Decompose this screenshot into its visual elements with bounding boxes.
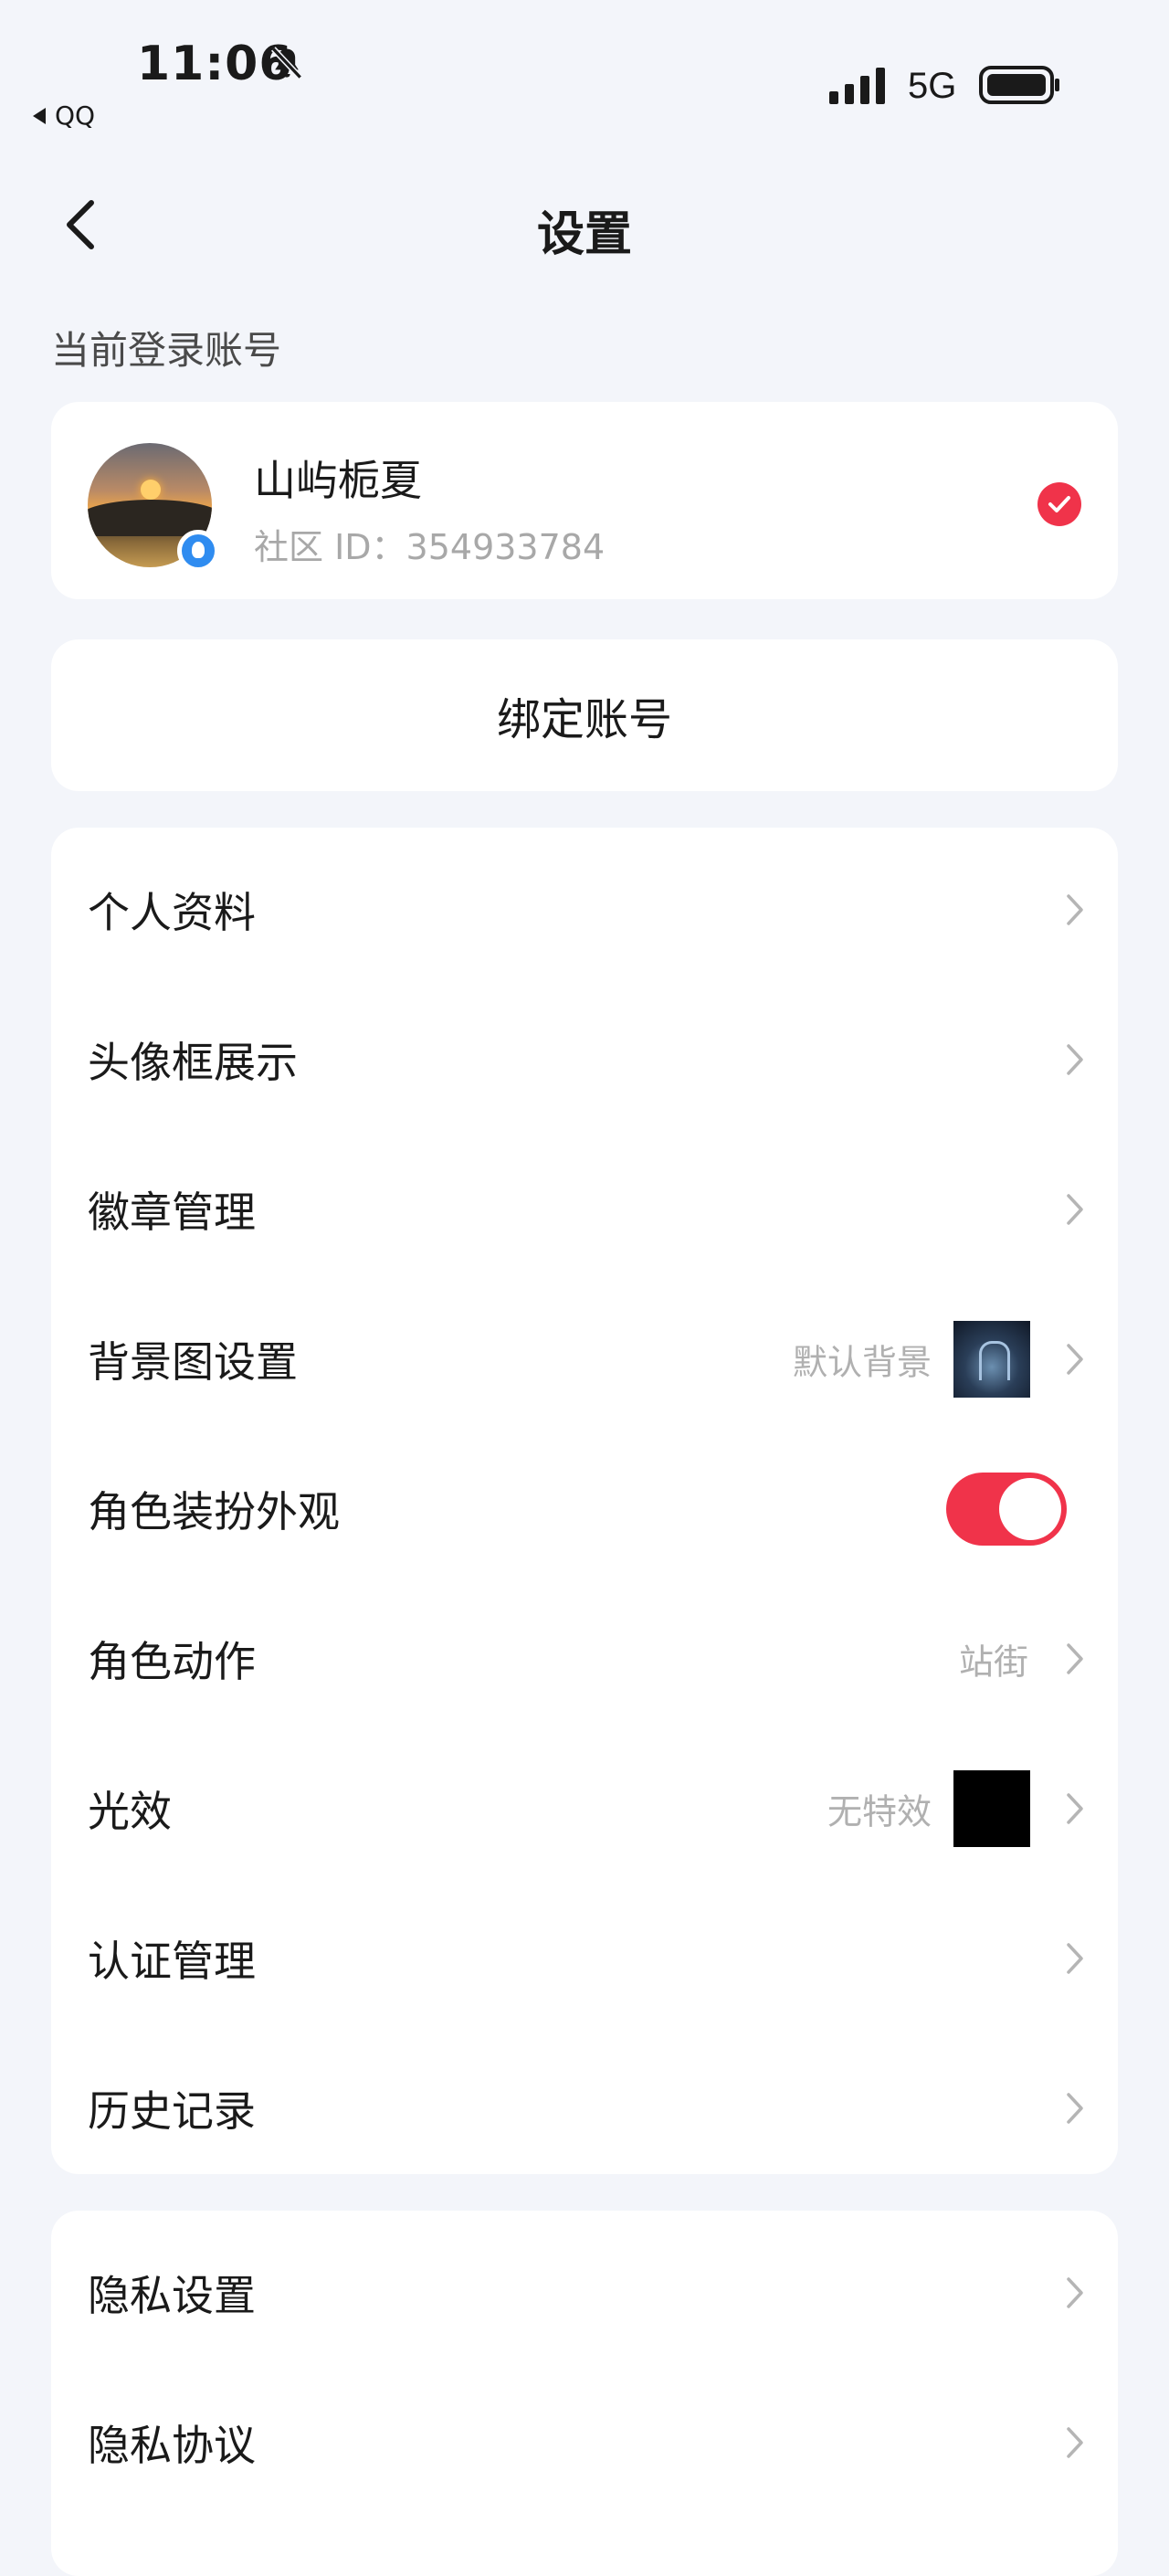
light-effect-value: 无特效 <box>827 1791 932 1832</box>
menu-item-label: 历史记录 <box>88 2086 256 2136</box>
chevron-right-icon <box>1067 1344 1083 1375</box>
chevron-right-icon <box>1067 1194 1083 1225</box>
menu-item-label: 头像框展示 <box>88 1038 298 1087</box>
menu-item-label: 个人资料 <box>88 888 256 937</box>
menu-item-badges[interactable]: 徽章管理 <box>51 1135 1118 1284</box>
chevron-right-icon <box>1067 1044 1083 1075</box>
settings-menu: 个人资料 头像框展示 徽章管理 背景图设置 默认背景 角色装扮外观 角色动作 站… <box>51 828 1118 2174</box>
menu-item-verification[interactable]: 认证管理 <box>51 1884 1118 2033</box>
menu-item-label: 角色装扮外观 <box>88 1487 340 1536</box>
chevron-right-icon <box>1067 1793 1083 1824</box>
chevron-right-icon <box>1067 2277 1083 2308</box>
menu-item-light-effect[interactable]: 光效 无特效 <box>51 1734 1118 1884</box>
menu-item-label: 隐私协议 <box>88 2421 256 2470</box>
chevron-right-icon <box>1067 2427 1083 2458</box>
bind-account-button[interactable]: 绑定账号 <box>51 639 1118 791</box>
check-icon <box>1037 482 1081 526</box>
role-appearance-toggle[interactable] <box>946 1473 1067 1546</box>
menu-item-privacy-policy[interactable]: 隐私协议 <box>51 2368 1118 2518</box>
light-effect-thumbnail <box>953 1770 1030 1847</box>
background-value: 默认背景 <box>792 1342 932 1383</box>
back-triangle-icon <box>33 107 46 124</box>
menu-item-label: 光效 <box>88 1787 172 1836</box>
current-account-label: 当前登录账号 <box>51 328 282 373</box>
menu-item-label: 背景图设置 <box>88 1337 298 1387</box>
page-title: 设置 <box>536 207 632 262</box>
account-card[interactable]: 山屿栀夏 社区 ID：354933784 <box>51 402 1118 599</box>
privacy-menu: 隐私设置 隐私协议 <box>51 2211 1118 2576</box>
menu-item-role-appearance: 角色装扮外观 <box>51 1434 1118 1584</box>
chevron-right-icon <box>1067 1943 1083 1974</box>
menu-item-role-action[interactable]: 角色动作 站街 <box>51 1584 1118 1734</box>
status-bar: 11:06 QQ 5G <box>0 0 1169 137</box>
chevron-right-icon <box>1067 2093 1083 2124</box>
menu-item-label: 徽章管理 <box>88 1188 256 1237</box>
background-thumbnail <box>953 1321 1030 1398</box>
back-app-label: QQ <box>55 100 96 131</box>
toggle-knob <box>999 1478 1061 1540</box>
menu-item-privacy-settings[interactable]: 隐私设置 <box>51 2218 1118 2368</box>
back-to-app-link[interactable]: QQ <box>33 100 95 131</box>
signal-icon <box>829 68 885 104</box>
role-action-value: 站街 <box>958 1642 1028 1683</box>
account-name: 山屿栀夏 <box>254 456 422 505</box>
chevron-right-icon <box>1067 1643 1083 1674</box>
chevron-right-icon <box>1067 894 1083 925</box>
menu-item-label: 隐私设置 <box>88 2271 256 2320</box>
menu-item-background[interactable]: 背景图设置 默认背景 <box>51 1284 1118 1434</box>
network-type: 5G <box>908 66 957 106</box>
bell-muted-icon <box>270 47 303 79</box>
menu-item-avatar-frame[interactable]: 头像框展示 <box>51 985 1118 1135</box>
account-id: 社区 ID：354933784 <box>254 527 606 567</box>
menu-item-profile[interactable]: 个人资料 <box>51 835 1118 985</box>
nav-bar: 设置 <box>0 174 1169 274</box>
qq-badge-icon <box>177 530 219 572</box>
menu-item-label: 认证管理 <box>88 1937 256 1986</box>
battery-icon <box>979 66 1059 104</box>
menu-item-history[interactable]: 历史记录 <box>51 2033 1118 2183</box>
menu-item-label: 角色动作 <box>88 1637 256 1686</box>
